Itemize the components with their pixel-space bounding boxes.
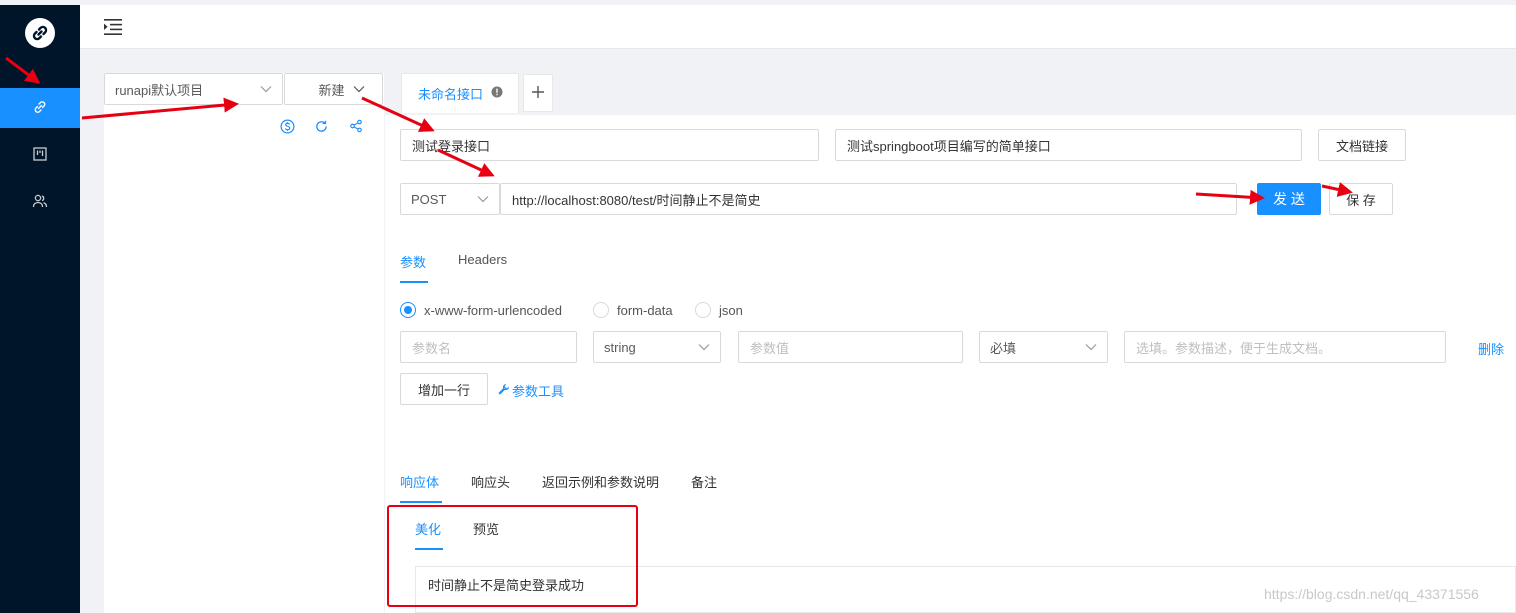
project-select[interactable]: runapi默认项目 bbox=[104, 73, 283, 105]
response-view-tabs: 美化 预览 bbox=[415, 519, 499, 538]
project-panel bbox=[104, 73, 384, 613]
api-description-value: 测试springboot项目编写的简单接口 bbox=[847, 138, 1051, 154]
api-description-input[interactable]: 测试springboot项目编写的简单接口 bbox=[835, 129, 1302, 161]
response-view-ink bbox=[415, 548, 443, 550]
refresh-icon[interactable] bbox=[312, 117, 330, 135]
add-tab-button[interactable] bbox=[523, 74, 553, 112]
tab-unnamed-api[interactable]: 未命名接口 bbox=[401, 73, 519, 113]
radio-dot bbox=[593, 302, 609, 318]
param-tool-link[interactable]: 参数工具 bbox=[498, 381, 564, 400]
method-select[interactable]: POST bbox=[400, 183, 500, 215]
team-icon bbox=[32, 193, 48, 212]
api-name-value: 测试登录接口 bbox=[412, 138, 491, 154]
param-name-placeholder: 参数名 bbox=[412, 340, 452, 356]
param-value-placeholder: 参数值 bbox=[750, 340, 790, 356]
radio-dot bbox=[695, 302, 711, 318]
request-tab-ink bbox=[400, 281, 428, 283]
send-label: 发 送 bbox=[1273, 191, 1305, 207]
chevron-down-icon bbox=[260, 85, 272, 93]
radio-json[interactable]: json bbox=[695, 302, 743, 318]
project-select-value: runapi默认项目 bbox=[115, 82, 204, 98]
share-icon[interactable] bbox=[347, 117, 365, 135]
plus-icon bbox=[531, 82, 545, 105]
chevron-down-icon bbox=[1085, 343, 1097, 351]
response-tabs: 响应体 响应头 返回示例和参数说明 备注 bbox=[400, 472, 717, 491]
param-tool-label: 参数工具 bbox=[512, 384, 565, 399]
save-label: 保 存 bbox=[1346, 192, 1376, 208]
board-icon bbox=[32, 146, 48, 165]
tab-headers[interactable]: Headers bbox=[458, 252, 507, 272]
param-name-input[interactable]: 参数名 bbox=[400, 331, 577, 363]
radio-dot-checked bbox=[400, 302, 416, 318]
link-icon bbox=[32, 99, 48, 118]
wrench-icon bbox=[498, 383, 510, 398]
nav-item-api[interactable] bbox=[0, 88, 80, 128]
nav-item-team[interactable] bbox=[0, 182, 80, 222]
request-tabs: 参数 Headers bbox=[400, 252, 540, 272]
tab-beautify[interactable]: 美化 bbox=[415, 519, 441, 538]
top-header bbox=[80, 5, 1516, 49]
add-row-label: 增加一行 bbox=[417, 382, 470, 398]
new-label: 新建 bbox=[318, 82, 345, 98]
chevron-down-icon bbox=[477, 195, 489, 203]
delete-param-link[interactable]: 删除 bbox=[1478, 339, 1504, 358]
tab-response-example[interactable]: 返回示例和参数说明 bbox=[542, 472, 659, 491]
doc-link-label: 文档链接 bbox=[1335, 138, 1388, 154]
send-button[interactable]: 发 送 bbox=[1257, 183, 1321, 215]
logo-link-icon[interactable] bbox=[25, 18, 55, 48]
radio-urlencoded[interactable]: x-www-form-urlencoded bbox=[400, 302, 562, 318]
tab-remarks[interactable]: 备注 bbox=[691, 472, 717, 491]
response-body-text: 时间静止不是简史登录成功 bbox=[428, 578, 585, 593]
dollar-icon[interactable] bbox=[278, 117, 296, 135]
tab-params[interactable]: 参数 bbox=[400, 252, 426, 272]
param-value-input[interactable]: 参数值 bbox=[738, 331, 963, 363]
tab-response-headers[interactable]: 响应头 bbox=[471, 472, 510, 491]
api-name-input[interactable]: 测试登录接口 bbox=[400, 129, 819, 161]
unsaved-info-icon bbox=[491, 86, 503, 101]
tab-label: 未命名接口 bbox=[418, 87, 484, 102]
chevron-down-icon bbox=[353, 85, 365, 93]
url-value: http://localhost:8080/test/时间静止不是简史 bbox=[512, 192, 761, 208]
chevron-down-icon bbox=[698, 343, 710, 351]
response-tab-ink bbox=[400, 501, 442, 503]
doc-link-button[interactable]: 文档链接 bbox=[1318, 129, 1406, 161]
radio-label: x-www-form-urlencoded bbox=[424, 302, 562, 318]
tab-response-body[interactable]: 响应体 bbox=[400, 472, 439, 491]
new-dropdown-button[interactable]: 新建 bbox=[284, 73, 383, 105]
radio-label: json bbox=[719, 302, 743, 318]
param-desc-input[interactable]: 选填。参数描述，便于生成文档。 bbox=[1124, 331, 1446, 363]
menu-fold-icon[interactable] bbox=[104, 19, 122, 38]
nav-item-board[interactable] bbox=[0, 135, 80, 175]
add-row-button[interactable]: 增加一行 bbox=[400, 373, 488, 405]
radio-label: form-data bbox=[617, 302, 673, 318]
param-type-value: string bbox=[604, 339, 636, 355]
param-desc-placeholder: 选填。参数描述，便于生成文档。 bbox=[1136, 340, 1332, 356]
radio-form-data[interactable]: form-data bbox=[593, 302, 673, 318]
tab-preview[interactable]: 预览 bbox=[473, 519, 499, 538]
param-type-select[interactable]: string bbox=[593, 331, 721, 363]
save-button[interactable]: 保 存 bbox=[1329, 183, 1393, 215]
param-required-value: 必填 bbox=[990, 340, 1017, 356]
watermark: https://blog.csdn.net/qq_43371556 bbox=[1264, 586, 1479, 602]
url-input[interactable]: http://localhost:8080/test/时间静止不是简史 bbox=[500, 183, 1237, 215]
param-required-select[interactable]: 必填 bbox=[979, 331, 1108, 363]
method-value: POST bbox=[411, 191, 447, 207]
